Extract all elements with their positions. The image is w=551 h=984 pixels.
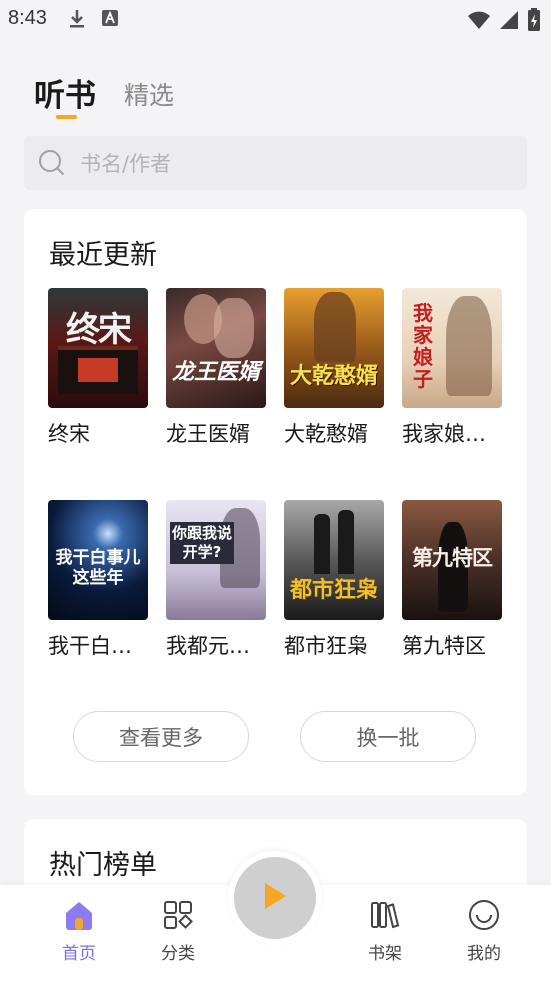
book-cover-title: 都市狂枭 <box>289 578 378 603</box>
book-item[interactable]: 大乾憨婿 大乾憨婿 <box>284 288 385 448</box>
search-placeholder: 书名/作者 <box>80 152 172 176</box>
nav-home-label: 首页 <box>62 944 96 964</box>
battery-icon <box>527 8 541 36</box>
tab-listen[interactable]: 听书 <box>34 70 96 115</box>
refresh-batch-button[interactable]: 换一批 <box>300 711 476 762</box>
book-cover: 我干白事儿这些年 <box>48 500 148 620</box>
book-title: 我都元… <box>166 634 250 658</box>
book-title: 我家娘… <box>402 422 486 446</box>
category-icon <box>160 897 196 933</box>
book-title: 我干白… <box>48 634 132 658</box>
status-time: 8:43 <box>8 7 47 29</box>
play-button[interactable] <box>234 857 316 939</box>
download-icon <box>68 8 86 34</box>
book-cover: 第九特区 <box>402 500 502 620</box>
book-title: 都市狂枭 <box>284 634 368 658</box>
view-more-button[interactable]: 查看更多 <box>73 711 249 762</box>
player-button-wrap <box>228 851 322 945</box>
nav-bookshelf[interactable]: 书架 <box>350 897 420 964</box>
book-cover-title: 龙王医婿 <box>171 360 260 385</box>
book-cover: 你跟我说开学? <box>166 500 266 620</box>
search-input[interactable]: 书名/作者 <box>24 136 527 190</box>
profile-icon <box>466 897 502 933</box>
tab-featured[interactable]: 精选 <box>124 76 174 115</box>
book-title: 终宋 <box>48 422 90 446</box>
home-icon <box>61 897 97 933</box>
book-cover-title: 你跟我说开学? <box>170 522 234 564</box>
nav-category-label: 分类 <box>161 944 195 964</box>
section-title-hot: 热门榜单 <box>49 850 157 881</box>
book-cover: 我家娘子 <box>402 288 502 408</box>
book-cover: 龙王医婿 <box>166 288 266 408</box>
book-title: 大乾憨婿 <box>284 422 368 446</box>
book-item[interactable]: 我家娘子 我家娘… <box>402 288 503 448</box>
nav-home[interactable]: 首页 <box>44 897 114 964</box>
app-notification-icon <box>100 8 120 34</box>
book-cover-title: 第九特区 <box>412 546 493 570</box>
nav-bookshelf-label: 书架 <box>368 944 402 964</box>
book-item[interactable]: 终宋 终宋 <box>48 288 149 448</box>
book-cover: 终宋 <box>48 288 148 408</box>
book-item[interactable]: 都市狂枭 都市狂枭 <box>284 500 385 660</box>
bookshelf-icon <box>367 897 403 933</box>
book-cover: 都市狂枭 <box>284 500 384 620</box>
play-icon <box>262 881 288 915</box>
status-bar: 8:43 <box>0 0 551 40</box>
book-cover: 大乾憨婿 <box>284 288 384 408</box>
book-cover-title: 我干白事儿这些年 <box>55 548 141 588</box>
book-title: 龙王医婿 <box>166 422 250 446</box>
nav-category[interactable]: 分类 <box>143 897 213 964</box>
tab-active-indicator <box>56 115 77 119</box>
top-tabs: 听书 精选 <box>34 70 174 115</box>
book-item[interactable]: 龙王医婿 龙王医婿 <box>166 288 267 448</box>
book-item[interactable]: 你跟我说开学? 我都元… <box>166 500 267 660</box>
book-cover-title: 终宋 <box>66 310 132 350</box>
book-cover-title: 我家娘子 <box>413 301 433 391</box>
nav-profile-label: 我的 <box>467 944 501 964</box>
nav-profile[interactable]: 我的 <box>449 897 519 964</box>
book-cover-title: 大乾憨婿 <box>289 364 378 389</box>
section-title-recent: 最近更新 <box>49 240 157 271</box>
book-item[interactable]: 第九特区 第九特区 <box>402 500 503 660</box>
book-title: 第九特区 <box>402 634 486 658</box>
search-icon <box>38 149 66 177</box>
recent-updates-card: 最近更新 终宋 终宋 龙王医婿 龙王医婿 大乾憨婿 大乾憨婿 我家娘子 我家娘… <box>24 209 527 795</box>
book-item[interactable]: 我干白事儿这些年 我干白… <box>48 500 149 660</box>
wifi-icon <box>467 10 491 34</box>
signal-icon <box>499 10 519 34</box>
